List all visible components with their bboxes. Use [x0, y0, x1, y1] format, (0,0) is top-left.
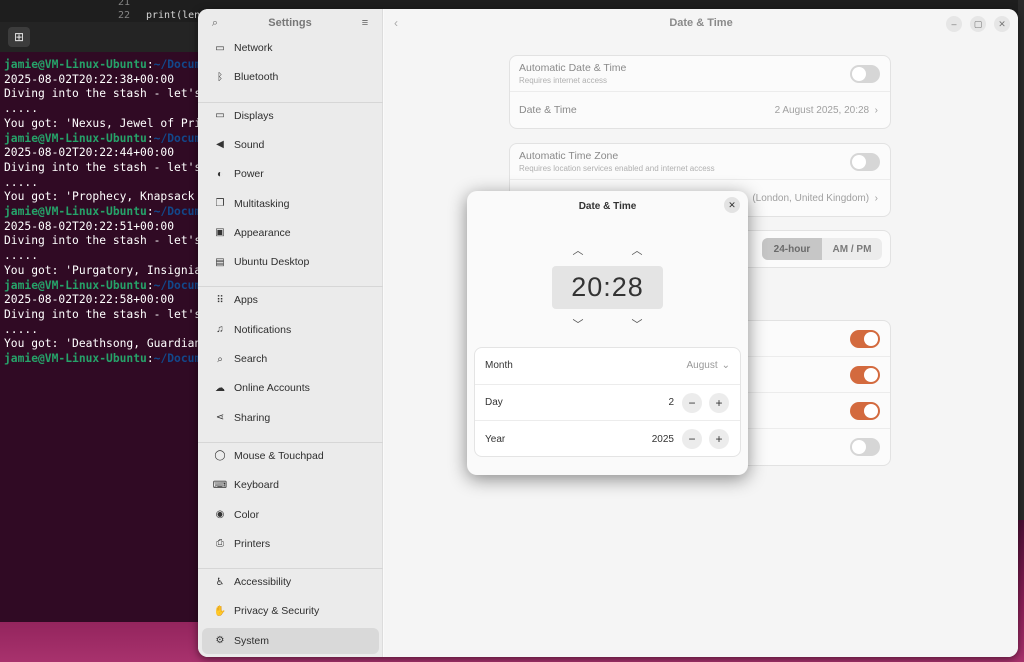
- prompt-path: ~/Docum: [153, 58, 202, 71]
- new-tab-icon[interactable]: ⊞: [8, 27, 30, 47]
- terminal-output-line: 2025-08-02T20:22:38+00:00: [4, 72, 175, 86]
- terminal-header: ⊞: [0, 22, 212, 52]
- terminal-prompt-line: jamie@VM-Linux-Ubuntu:~/Docum: [4, 132, 212, 147]
- year-row: Year 2025 − +: [475, 421, 740, 458]
- code-line: print(len: [146, 10, 201, 21]
- terminal-output-line: You got: 'Purgatory, Insignia: [4, 263, 202, 277]
- dialog-title: Date & Time: [578, 201, 637, 212]
- terminal-window[interactable]: ⊞ jamie@VM-Linux-Ubuntu:~/Docum 2025-08-0…: [0, 22, 212, 622]
- terminal-prompt-line: jamie@VM-Linux-Ubuntu:~/Docum: [4, 279, 212, 294]
- year-decrement-button[interactable]: −: [682, 429, 702, 450]
- terminal-output-line: Diving into the stash - let's: [4, 160, 202, 174]
- month-dropdown[interactable]: August ⌄: [686, 360, 730, 371]
- terminal-output-line: You got: 'Deathsong, Guardian: [4, 337, 202, 351]
- terminal-output[interactable]: jamie@VM-Linux-Ubuntu:~/Docum 2025-08-02T…: [0, 52, 212, 367]
- time-display[interactable]: 20:28: [552, 266, 663, 309]
- month-label: Month: [485, 360, 513, 372]
- terminal-output-line: Diving into the stash - let's: [4, 234, 202, 248]
- day-decrement-button[interactable]: −: [682, 392, 702, 413]
- terminal-output-line: You got: 'Prophecy, Knapsack: [4, 190, 195, 204]
- prompt-separator: :: [146, 205, 154, 219]
- minute-down-icon[interactable]: ﹀: [627, 317, 647, 331]
- day-increment-button[interactable]: +: [709, 392, 729, 413]
- year-value: 2025: [651, 433, 674, 445]
- prompt-user: jamie@VM-Linux-Ubuntu: [4, 205, 147, 219]
- code-editor-snippet: 21 22 print(len: [100, 0, 210, 24]
- prompt-user: jamie@VM-Linux-Ubuntu: [4, 131, 147, 145]
- day-label: Day: [485, 396, 503, 408]
- prompt-separator: :: [146, 131, 154, 145]
- date-list: Month August ⌄ Day 2 − + Year 2025 − +: [474, 347, 741, 457]
- line-number: 22: [118, 10, 131, 21]
- prompt-path: ~/Docum: [153, 278, 202, 292]
- prompt-path: ~/Docum: [153, 352, 202, 366]
- terminal-output-line: .....: [4, 175, 39, 189]
- terminal-output-line: .....: [4, 249, 39, 263]
- month-row[interactable]: Month August ⌄: [475, 348, 740, 385]
- terminal-output-line: .....: [4, 322, 39, 336]
- year-label: Year: [485, 433, 506, 445]
- line-number: 21: [118, 0, 131, 8]
- terminal-prompt-line: jamie@VM-Linux-Ubuntu:~/Docum: [4, 352, 212, 367]
- hour-down-icon[interactable]: ﹀: [568, 317, 588, 331]
- prompt-separator: :: [146, 352, 154, 366]
- terminal-output-line: You got: 'Nexus, Jewel of Pri: [4, 116, 202, 130]
- prompt-user: jamie@VM-Linux-Ubuntu: [4, 58, 147, 71]
- prompt-path: ~/Docum: [153, 205, 202, 219]
- prompt-separator: :: [146, 58, 154, 71]
- prompt-separator: :: [146, 278, 154, 292]
- hour-up-icon[interactable]: ︿: [568, 243, 588, 257]
- terminal-prompt-line: jamie@VM-Linux-Ubuntu:~/Docum: [4, 205, 212, 220]
- date-time-dialog: Date & Time ✕ ︿ ︿ 20:28 ﹀ ﹀ Month August…: [467, 191, 748, 475]
- terminal-output-line: Diving into the stash - let's: [4, 87, 202, 101]
- minute-up-icon[interactable]: ︿: [627, 243, 647, 257]
- prompt-user: jamie@VM-Linux-Ubuntu: [4, 352, 147, 366]
- terminal-output-line: .....: [4, 102, 39, 116]
- month-value: August: [686, 360, 718, 372]
- dialog-close-icon[interactable]: ✕: [724, 197, 740, 213]
- terminal-prompt-line: jamie@VM-Linux-Ubuntu:~/Docum: [4, 58, 212, 73]
- day-value: 2: [668, 396, 674, 408]
- day-row: Day 2 − +: [475, 385, 740, 422]
- chevron-down-icon: ⌄: [721, 360, 730, 372]
- terminal-output-line: 2025-08-02T20:22:44+00:00: [4, 146, 175, 160]
- prompt-user: jamie@VM-Linux-Ubuntu: [4, 278, 147, 292]
- terminal-output-line: Diving into the stash - let's: [4, 307, 202, 321]
- prompt-path: ~/Docum: [153, 131, 202, 145]
- terminal-output-line: 2025-08-02T20:22:51+00:00: [4, 219, 175, 233]
- terminal-output-line: 2025-08-02T20:22:58+00:00: [4, 293, 175, 307]
- year-increment-button[interactable]: +: [709, 429, 729, 450]
